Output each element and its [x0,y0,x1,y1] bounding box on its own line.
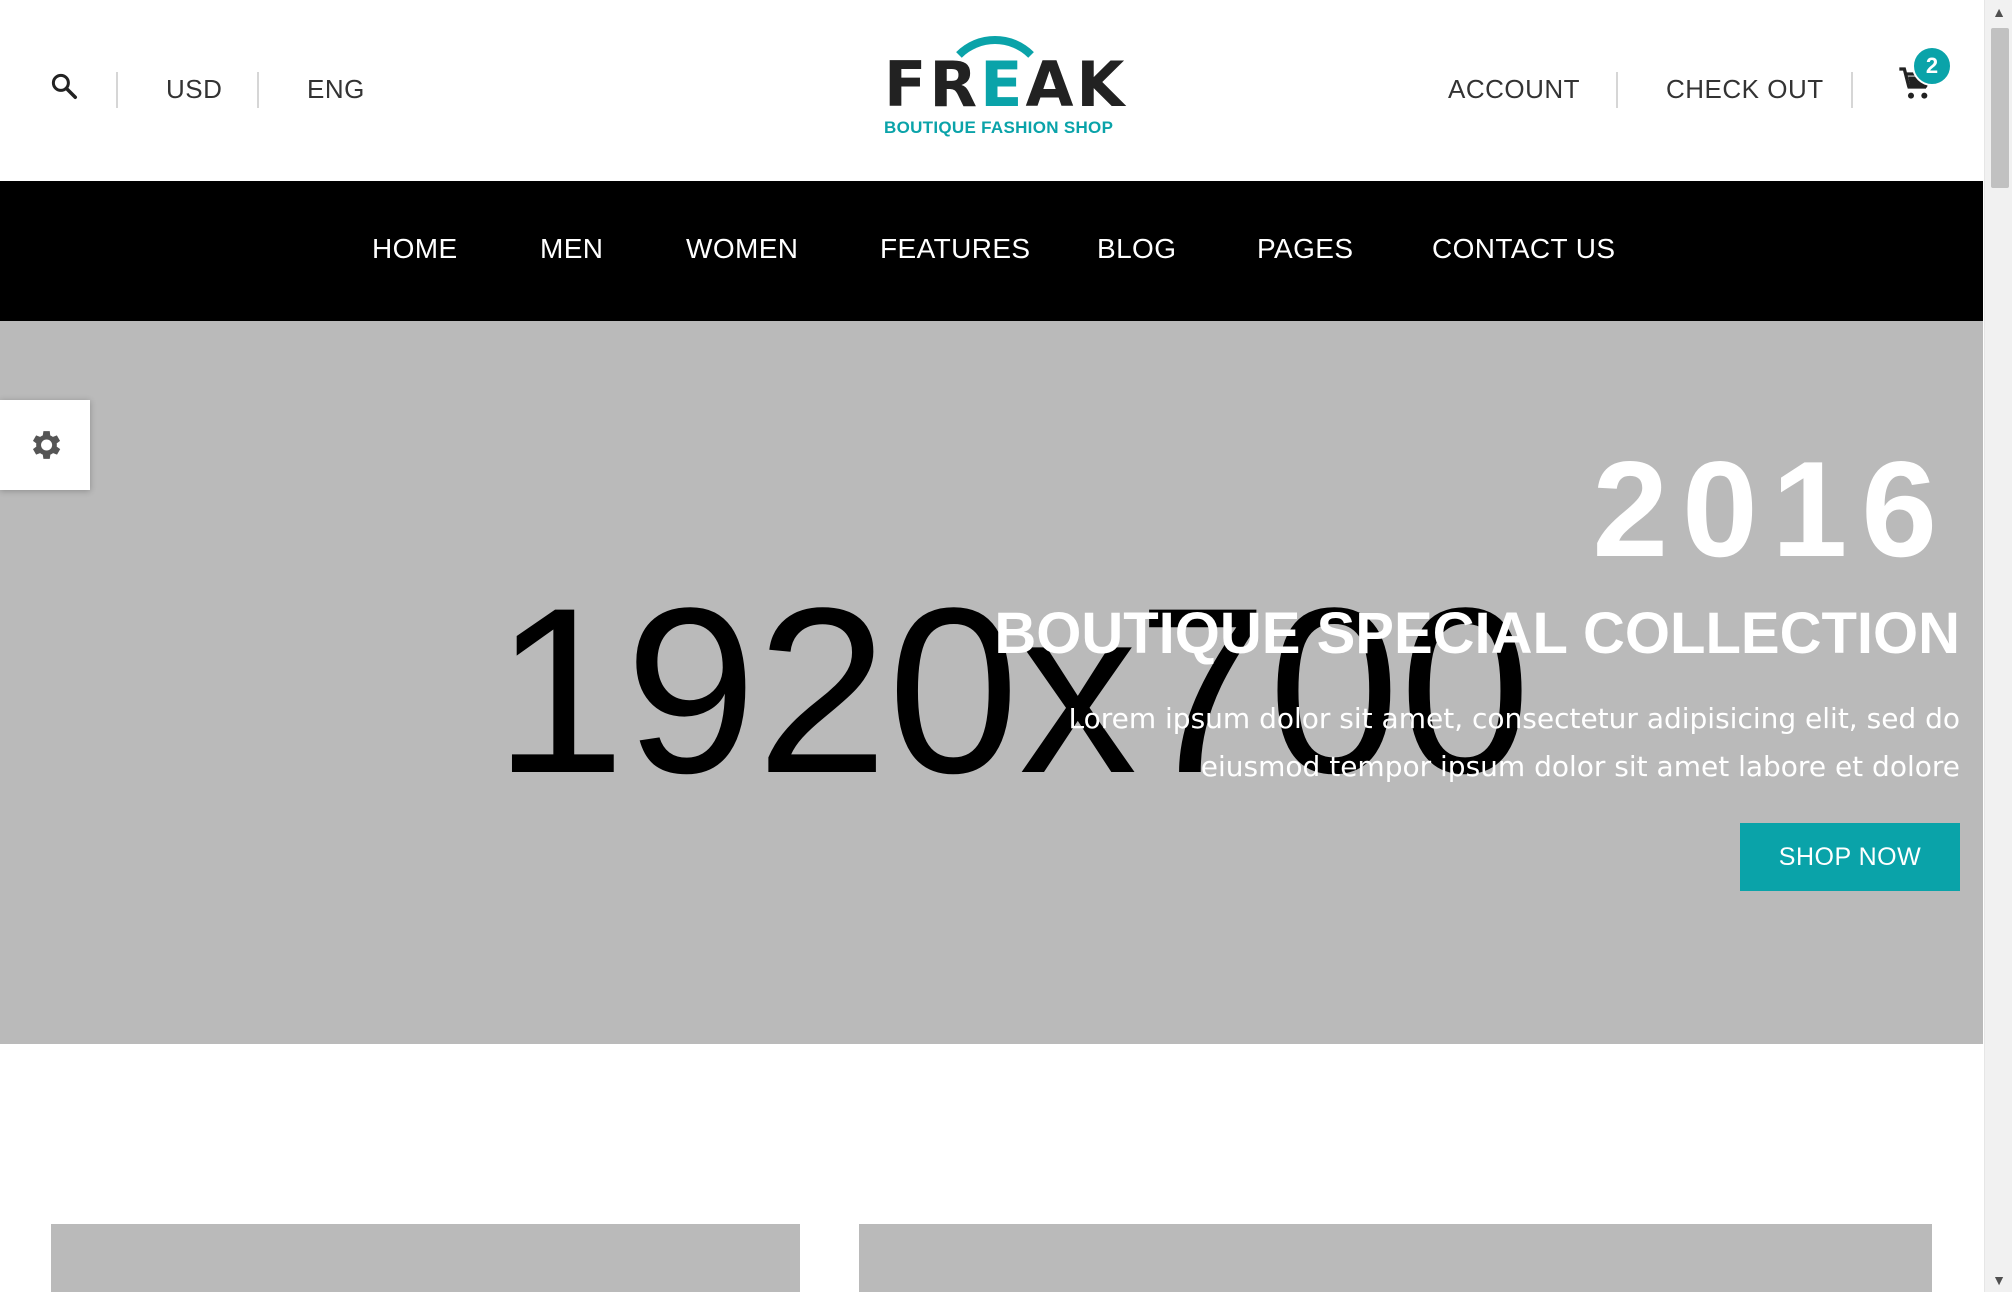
site-header: USD ENG FREAK BOUTIQUE FASHION SHOP ACCO… [0,0,1983,181]
gear-icon [32,431,61,459]
banner-image-left[interactable] [51,1224,800,1292]
logo-tagline: BOUTIQUE FASHION SHOP [884,118,1114,137]
banner-image-right[interactable] [859,1224,1932,1292]
header-divider [1851,72,1853,108]
nav-item-pages[interactable]: PAGES [1257,233,1353,265]
search-button[interactable] [44,66,84,106]
nav-item-home[interactable]: HOME [372,233,458,265]
scrollbar-thumb[interactable] [1991,28,2009,188]
checkout-link[interactable]: CHECK OUT [1666,74,1824,105]
settings-toggle[interactable] [0,400,90,490]
nav-item-men[interactable]: MEN [540,233,603,265]
nav-item-features[interactable]: FEATURES [880,233,1030,265]
header-divider [257,72,259,108]
nav-item-women[interactable]: WOMEN [686,233,798,265]
nav-item-contact-us[interactable]: CONTACT US [1432,233,1615,265]
site-logo[interactable]: FREAK BOUTIQUE FASHION SHOP [878,36,1124,140]
search-icon [51,73,77,99]
main-nav: HOME MEN WOMEN FEATURES BLOG PAGES CONTA… [0,181,1983,321]
shop-now-button[interactable]: SHOP NOW [1740,823,1960,891]
page: USD ENG FREAK BOUTIQUE FASHION SHOP ACCO… [0,0,1983,1292]
hero-title: BOUTIQUE SPECIAL COLLECTION [994,601,1960,666]
hero-slider: 1920x700 2016 BOUTIQUE SPECIAL COLLECTIO… [0,321,1983,1044]
hero-year: 2016 [1592,433,1951,585]
language-selector[interactable]: ENG [307,74,365,105]
nav-item-blog[interactable]: BLOG [1097,233,1176,265]
header-divider [116,72,118,108]
cart-count-badge: 2 [1912,46,1952,86]
account-link[interactable]: ACCOUNT [1448,74,1580,105]
scroll-down-arrow-icon[interactable]: ▼ [1985,1268,2012,1292]
header-divider [1616,72,1618,108]
currency-selector[interactable]: USD [166,74,222,105]
vertical-scrollbar[interactable]: ▲ ▼ [1984,0,2012,1292]
logo-brand: FREAK [884,48,1128,121]
hero-description: Lorem ipsum dolor sit amet, consectetur … [1068,702,1960,783]
scroll-up-arrow-icon[interactable]: ▲ [1985,0,2012,24]
